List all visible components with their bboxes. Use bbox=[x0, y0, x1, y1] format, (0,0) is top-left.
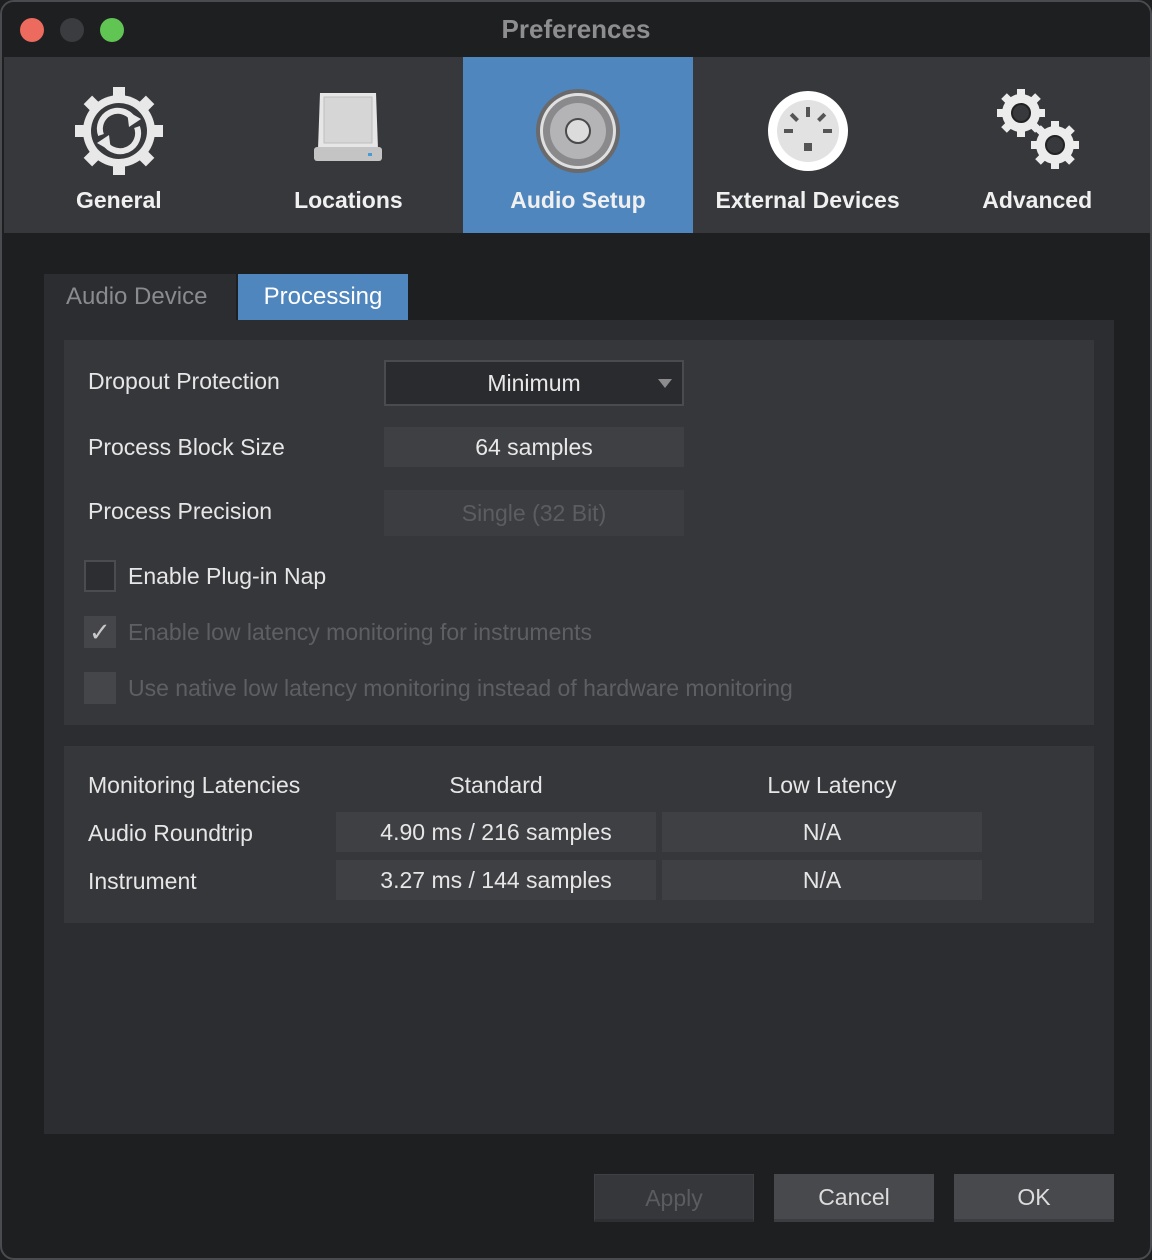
process-precision-label: Process Precision bbox=[88, 498, 273, 524]
instrument-low: N/A bbox=[662, 860, 982, 900]
midi-port-icon bbox=[767, 91, 848, 171]
processing-settings-group: Dropout Protection Minimum Process Block… bbox=[64, 340, 1094, 725]
toolbar-label: General bbox=[75, 187, 162, 213]
toolbar-item-locations[interactable]: Locations bbox=[234, 57, 464, 233]
hard-drive-icon bbox=[314, 93, 383, 161]
audio-roundtrip-low: N/A bbox=[662, 812, 982, 852]
window-title: Preferences bbox=[501, 14, 651, 44]
tab-audio-device[interactable]: Audio Device bbox=[44, 274, 236, 320]
processing-panel: Dropout Protection Minimum Process Block… bbox=[44, 320, 1114, 1134]
checkmark-icon: ✓ bbox=[89, 617, 111, 647]
speaker-icon bbox=[535, 89, 620, 173]
audio-roundtrip-label: Audio Roundtrip bbox=[88, 820, 253, 846]
toolbar-item-general[interactable]: General bbox=[4, 57, 234, 233]
toolbar-label: Locations bbox=[294, 187, 403, 213]
native-low-latency-row: Use native low latency monitoring instea… bbox=[84, 672, 793, 704]
chevron-down-icon bbox=[658, 379, 672, 388]
toolbar-label: External Devices bbox=[715, 187, 900, 213]
native-low-latency-label: Use native low latency monitoring instea… bbox=[128, 674, 793, 701]
toolbar-label: Advanced bbox=[982, 187, 1093, 213]
gear-sync-icon bbox=[74, 87, 163, 175]
toolbar-label: Audio Setup bbox=[510, 187, 646, 213]
low-latency-instruments-row: ✓ Enable low latency monitoring for inst… bbox=[84, 616, 592, 648]
cancel-button[interactable]: Cancel bbox=[774, 1174, 934, 1222]
native-low-latency-checkbox bbox=[84, 672, 116, 704]
low-latency-column-header: Low Latency bbox=[767, 772, 897, 798]
preferences-window: Preferences General Locations Audio Setu… bbox=[0, 0, 1152, 1260]
instrument-label: Instrument bbox=[88, 868, 197, 894]
audio-roundtrip-standard: 4.90 ms / 216 samples bbox=[336, 812, 656, 852]
audio-setup-content: Audio Device Processing Dropout Protecti… bbox=[44, 274, 1114, 1134]
toolbar-item-advanced[interactable]: Advanced bbox=[922, 57, 1150, 233]
process-block-size-select[interactable]: 64 samples bbox=[384, 427, 684, 467]
subtab-bar: Audio Device Processing bbox=[44, 274, 408, 320]
plugin-nap-label: Enable Plug-in Nap bbox=[128, 562, 327, 589]
dropout-protection-select[interactable]: Minimum bbox=[384, 360, 684, 406]
ok-button[interactable]: OK bbox=[954, 1174, 1114, 1222]
plugin-nap-checkbox[interactable] bbox=[84, 560, 116, 592]
dropout-protection-label: Dropout Protection bbox=[88, 368, 280, 394]
process-block-size-label: Process Block Size bbox=[88, 434, 285, 460]
apply-button[interactable]: Apply bbox=[594, 1174, 754, 1222]
standard-column-header: Standard bbox=[449, 772, 543, 798]
process-precision-select: Single (32 Bit) bbox=[384, 490, 684, 536]
dropout-protection-value: Minimum bbox=[487, 370, 581, 396]
plugin-nap-row[interactable]: Enable Plug-in Nap bbox=[84, 560, 326, 592]
preferences-toolbar: General Locations Audio Setup External D… bbox=[4, 57, 1150, 233]
instrument-standard: 3.27 ms / 144 samples bbox=[336, 860, 656, 900]
low-latency-instruments-checkbox: ✓ bbox=[84, 616, 116, 648]
toolbar-item-external-devices[interactable]: External Devices bbox=[693, 57, 923, 233]
title-bar: Preferences bbox=[2, 2, 1150, 57]
low-latency-instruments-label: Enable low latency monitoring for instru… bbox=[128, 618, 593, 645]
gears-icon bbox=[997, 89, 1080, 169]
toolbar-item-audio-setup[interactable]: Audio Setup bbox=[463, 57, 693, 233]
monitoring-latencies-header: Monitoring Latencies bbox=[88, 772, 301, 798]
tab-processing[interactable]: Processing bbox=[238, 274, 408, 320]
monitoring-latencies-group: Monitoring Latencies Standard Low Latenc… bbox=[64, 746, 1094, 923]
